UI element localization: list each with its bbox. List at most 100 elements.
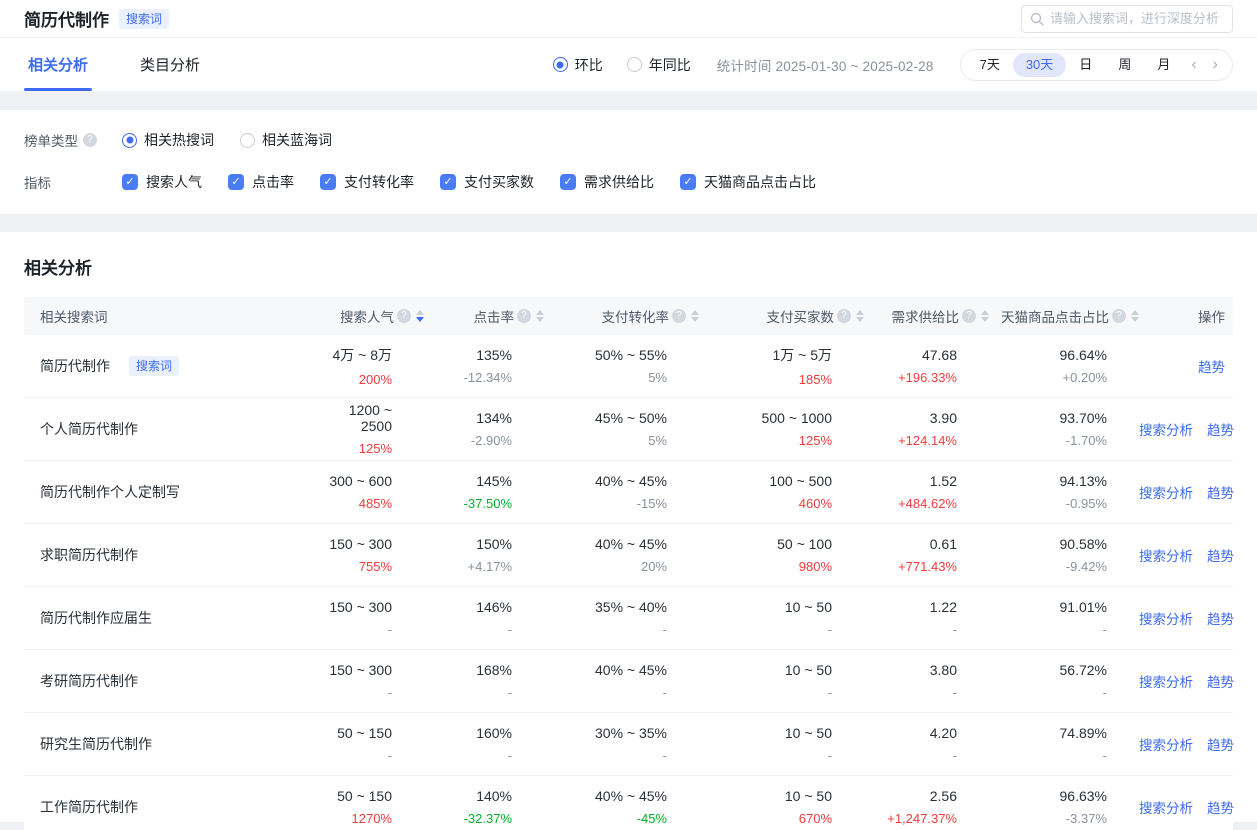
checkbox-checked-icon: ✓ <box>680 174 696 190</box>
trend-link[interactable]: 趋势 <box>1198 356 1225 376</box>
period-option[interactable]: 30天 <box>1013 53 1066 77</box>
metric-checkbox[interactable]: ✓支付买家数 <box>440 172 534 192</box>
metric-value: 45% ~ 50% <box>544 410 667 426</box>
metric-change: +1,247.37% <box>864 811 957 826</box>
column-header-label: 需求供给比 <box>892 306 960 326</box>
metric-checkbox[interactable]: ✓支付转化率 <box>320 172 414 192</box>
metric-cell: 150% +4.17% <box>424 536 544 574</box>
metric-cell: 3.80- <box>864 662 989 700</box>
metric-value: 140% <box>424 788 512 804</box>
search-analysis-link[interactable]: 搜索分析 <box>1139 608 1193 628</box>
metric-change: 1270% <box>314 811 392 826</box>
metric-change: - <box>864 685 957 700</box>
help-icon[interactable]: ? <box>517 309 531 323</box>
sort-icon[interactable] <box>691 310 699 322</box>
compare-option[interactable]: 环比 <box>553 55 603 75</box>
help-icon[interactable]: ? <box>83 133 97 147</box>
metrics-row: 指标 ✓搜索人气✓点击率✓支付转化率✓支付买家数✓需求供给比✓天猫商品点击占比 <box>24 172 1233 192</box>
keyword-cell: 简历代制作个人定制写 <box>24 482 314 502</box>
metric-checkbox[interactable]: ✓需求供给比 <box>560 172 654 192</box>
trend-link[interactable]: 趋势 <box>1207 608 1234 628</box>
metric-checkbox[interactable]: ✓天猫商品点击占比 <box>680 172 816 192</box>
chevron-right-icon[interactable]: › <box>1205 57 1226 73</box>
trend-link[interactable]: 趋势 <box>1207 797 1234 817</box>
sort-icon[interactable] <box>856 310 864 322</box>
period-option[interactable]: 日 <box>1066 53 1105 77</box>
metric-change: -45% <box>544 811 667 826</box>
sort-icon[interactable] <box>416 310 424 322</box>
radio-label: 相关蓝海词 <box>262 130 332 150</box>
rank-type-option[interactable]: 相关热搜词 <box>122 130 214 150</box>
metric-change: - <box>699 748 832 763</box>
metric-cell: 4万 ~ 8万 200% <box>314 345 424 387</box>
metric-value: 40% ~ 45% <box>544 536 667 552</box>
search-box[interactable] <box>1021 5 1233 33</box>
sort-icon[interactable] <box>1131 310 1139 322</box>
sort-icon[interactable] <box>981 310 989 322</box>
tab-related-analysis[interactable]: 相关分析 <box>24 38 92 91</box>
metric-checkbox[interactable]: ✓搜索人气 <box>122 172 202 192</box>
column-header-label: 支付买家数 <box>767 306 835 326</box>
search-analysis-link[interactable]: 搜索分析 <box>1139 671 1193 691</box>
top-header: 简历代制作 搜索词 <box>0 0 1257 38</box>
rank-type-option[interactable]: 相关蓝海词 <box>240 130 332 150</box>
keyword-type-badge: 搜索词 <box>119 9 169 29</box>
help-icon[interactable]: ? <box>962 309 976 323</box>
metric-value: 150% <box>424 536 512 552</box>
trend-link[interactable]: 趋势 <box>1207 734 1234 754</box>
rank-type-label-text: 榜单类型 <box>24 130 78 150</box>
column-header-1[interactable]: 搜索人气? <box>314 306 424 326</box>
column-header-6[interactable]: 天猫商品点击占比? <box>989 306 1139 326</box>
metric-cell: 100 ~ 500460% <box>699 473 864 511</box>
help-icon[interactable]: ? <box>672 309 686 323</box>
chevron-left-icon[interactable]: ‹ <box>1183 57 1204 73</box>
search-analysis-link[interactable]: 搜索分析 <box>1139 419 1193 439</box>
checkbox-checked-icon: ✓ <box>122 174 138 190</box>
metric-cell: 10 ~ 50- <box>699 725 864 763</box>
period-option[interactable]: 月 <box>1144 53 1183 77</box>
keyword-text: 个人简历代制作 <box>40 419 138 439</box>
column-header-3[interactable]: 支付转化率? <box>544 306 699 326</box>
metric-value: 91.01% <box>989 599 1107 615</box>
column-header-4[interactable]: 支付买家数? <box>699 306 864 326</box>
metric-change: +196.33% <box>864 370 957 385</box>
keyword-text: 求职简历代制作 <box>40 545 138 565</box>
metric-cell: 300 ~ 600485% <box>314 473 424 511</box>
metric-cell: 93.70%-1.70% <box>989 410 1139 448</box>
metric-change: 200% <box>314 372 392 387</box>
search-input[interactable] <box>1050 11 1224 26</box>
metric-value: 4万 ~ 8万 <box>314 345 392 365</box>
trend-link[interactable]: 趋势 <box>1207 419 1234 439</box>
metric-value: 47.68 <box>864 347 957 363</box>
column-header-keyword: 相关搜索词 <box>24 306 314 326</box>
search-analysis-link[interactable]: 搜索分析 <box>1139 482 1193 502</box>
trend-link[interactable]: 趋势 <box>1207 482 1234 502</box>
actions-cell: 搜索分析趋势 <box>1139 419 1242 439</box>
help-icon[interactable]: ? <box>397 309 411 323</box>
period-option[interactable]: 7天 <box>967 53 1013 77</box>
column-header-5[interactable]: 需求供给比? <box>864 306 989 326</box>
search-analysis-link[interactable]: 搜索分析 <box>1139 734 1193 754</box>
metric-change: -32.37% <box>424 811 512 826</box>
sort-icon[interactable] <box>536 310 544 322</box>
tab-category-analysis[interactable]: 类目分析 <box>136 38 204 91</box>
search-analysis-link[interactable]: 搜索分析 <box>1139 545 1193 565</box>
trend-link[interactable]: 趋势 <box>1207 671 1234 691</box>
help-icon[interactable]: ? <box>837 309 851 323</box>
search-analysis-link[interactable]: 搜索分析 <box>1139 797 1193 817</box>
help-icon[interactable]: ? <box>1112 309 1126 323</box>
checkbox-checked-icon: ✓ <box>320 174 336 190</box>
metric-cell: 134%-2.90% <box>424 410 544 448</box>
metric-cell: 35% ~ 40%- <box>544 599 699 637</box>
compare-option[interactable]: 年同比 <box>627 55 691 75</box>
metric-checkbox[interactable]: ✓点击率 <box>228 172 294 192</box>
period-option[interactable]: 周 <box>1105 53 1144 77</box>
search-icon <box>1030 12 1044 26</box>
trend-link[interactable]: 趋势 <box>1207 545 1234 565</box>
metric-value: 160% <box>424 725 512 741</box>
metric-value: 1万 ~ 5万 <box>699 345 832 365</box>
column-header-2[interactable]: 点击率? <box>424 306 544 326</box>
metric-change: +4.17% <box>424 559 512 574</box>
checkbox-label: 需求供给比 <box>584 172 654 192</box>
metric-cell: 56.72%- <box>989 662 1139 700</box>
